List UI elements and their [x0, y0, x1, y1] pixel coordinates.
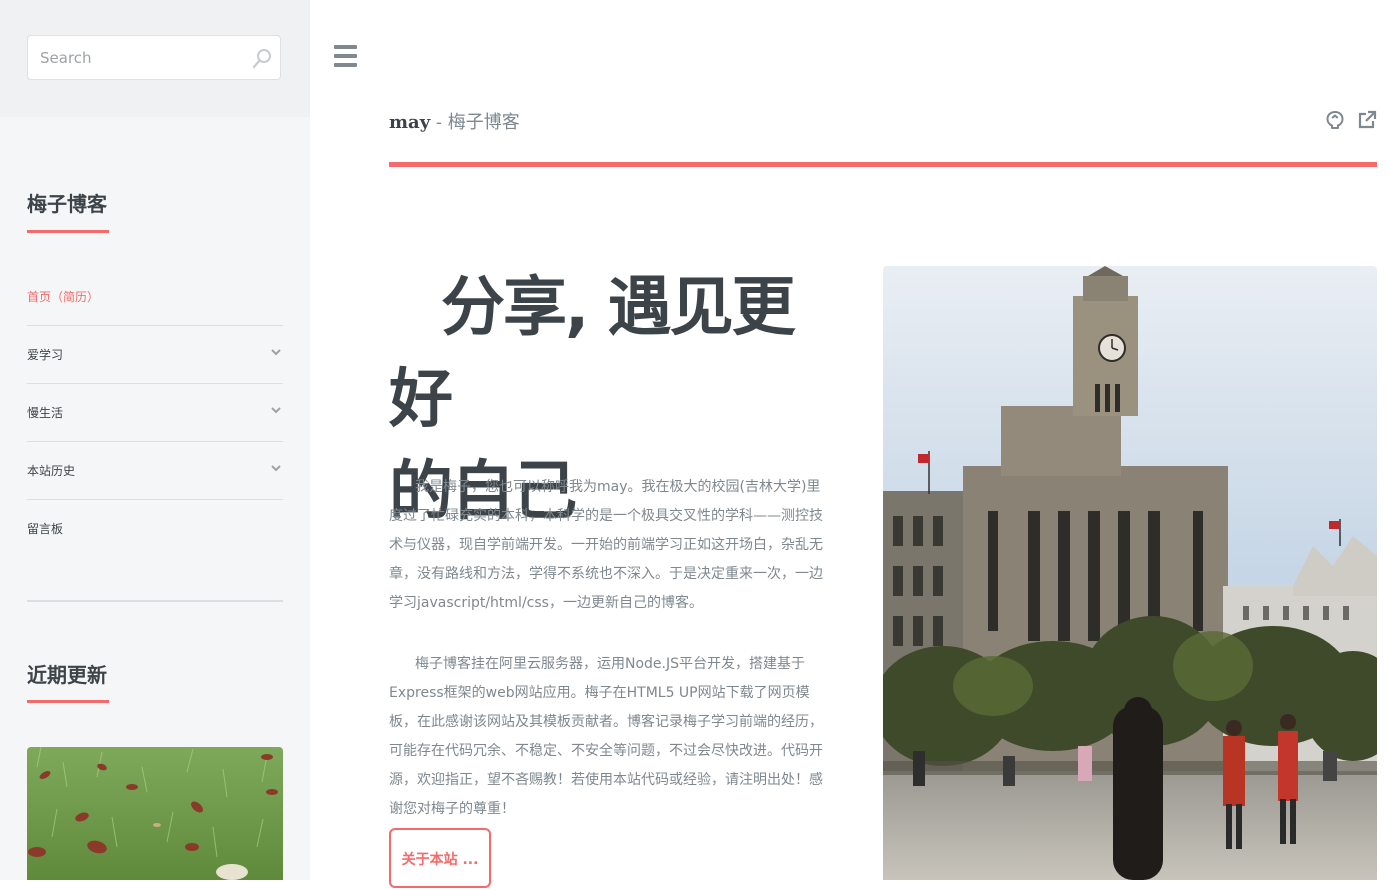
sidebar-item-guestbook[interactable]: 留言板 — [27, 499, 283, 557]
recent-heading: 近期更新 — [27, 663, 107, 687]
github-icon[interactable] — [1325, 110, 1345, 130]
sidebar-item-label: 慢生活 — [27, 406, 64, 420]
sidebar-item-label: 留言板 — [27, 522, 64, 536]
recent-heading-underline — [27, 700, 109, 703]
intro-paragraph-1-text: 我是梅子，您也可以称呼我为may。我在极大的校园(吉林大学)里度过了忙碌充实的本… — [389, 479, 823, 611]
sidebar-divider — [27, 600, 283, 602]
external-link-icon[interactable] — [1357, 110, 1377, 130]
chevron-down-icon[interactable] — [271, 406, 281, 414]
intro-paragraph-1: 我是梅子，您也可以称呼我为may。我在极大的校园(吉林大学)里度过了忙碌充实的本… — [389, 473, 829, 618]
sidebar-item-label: 本站历史 — [27, 464, 76, 478]
search-input[interactable] — [28, 36, 248, 79]
sidebar-item-label: 首页（简历） — [27, 290, 100, 304]
sidebar-item-life[interactable]: 慢生活 — [27, 383, 283, 441]
logo-name: may — [389, 112, 431, 133]
sidebar-item-history[interactable]: 本站历史 — [27, 441, 283, 499]
sidebar-item-label: 爱学习 — [27, 348, 64, 362]
grass-leaves-image — [27, 747, 283, 880]
chevron-down-icon[interactable] — [271, 348, 281, 356]
header-icons — [1325, 110, 1377, 130]
sidebar-item-home[interactable]: 首页（简历） — [27, 268, 283, 325]
menu-toggle-icon[interactable] — [334, 45, 357, 71]
menu-heading-underline — [27, 230, 109, 233]
site-logo[interactable]: may - 梅子博客 — [389, 108, 520, 134]
sidebar-item-study[interactable]: 爱学习 — [27, 325, 283, 383]
intro-paragraph-2: 梅子博客挂在阿里云服务器，运用Node.JS平台开发，搭建基于Express框架… — [389, 650, 829, 824]
about-site-button[interactable]: 关于本站 ... — [389, 828, 491, 888]
chevron-down-icon[interactable] — [271, 464, 281, 472]
logo-subtitle: - 梅子博客 — [430, 112, 520, 133]
intro-paragraph-2-text: 梅子博客挂在阿里云服务器，运用Node.JS平台开发，搭建基于Express框架… — [389, 656, 823, 817]
menu-heading: 梅子博客 — [27, 192, 107, 216]
customs-house-photo — [883, 266, 1377, 880]
banner-image — [883, 266, 1377, 880]
search-section — [0, 0, 310, 117]
recent-post-image[interactable] — [27, 747, 283, 880]
site-header: may - 梅子博客 — [389, 104, 1377, 167]
search-icon[interactable] — [252, 48, 272, 70]
sidebar-menu: 首页（简历） 爱学习 慢生活 本站历史 留言板 — [27, 268, 283, 557]
search-box[interactable] — [27, 35, 281, 80]
sidebar: 梅子博客 首页（简历） 爱学习 慢生活 本站历史 留言板 近期更新 — [0, 0, 310, 880]
banner-title-line1: 分享, 遇见更好 — [389, 271, 796, 437]
